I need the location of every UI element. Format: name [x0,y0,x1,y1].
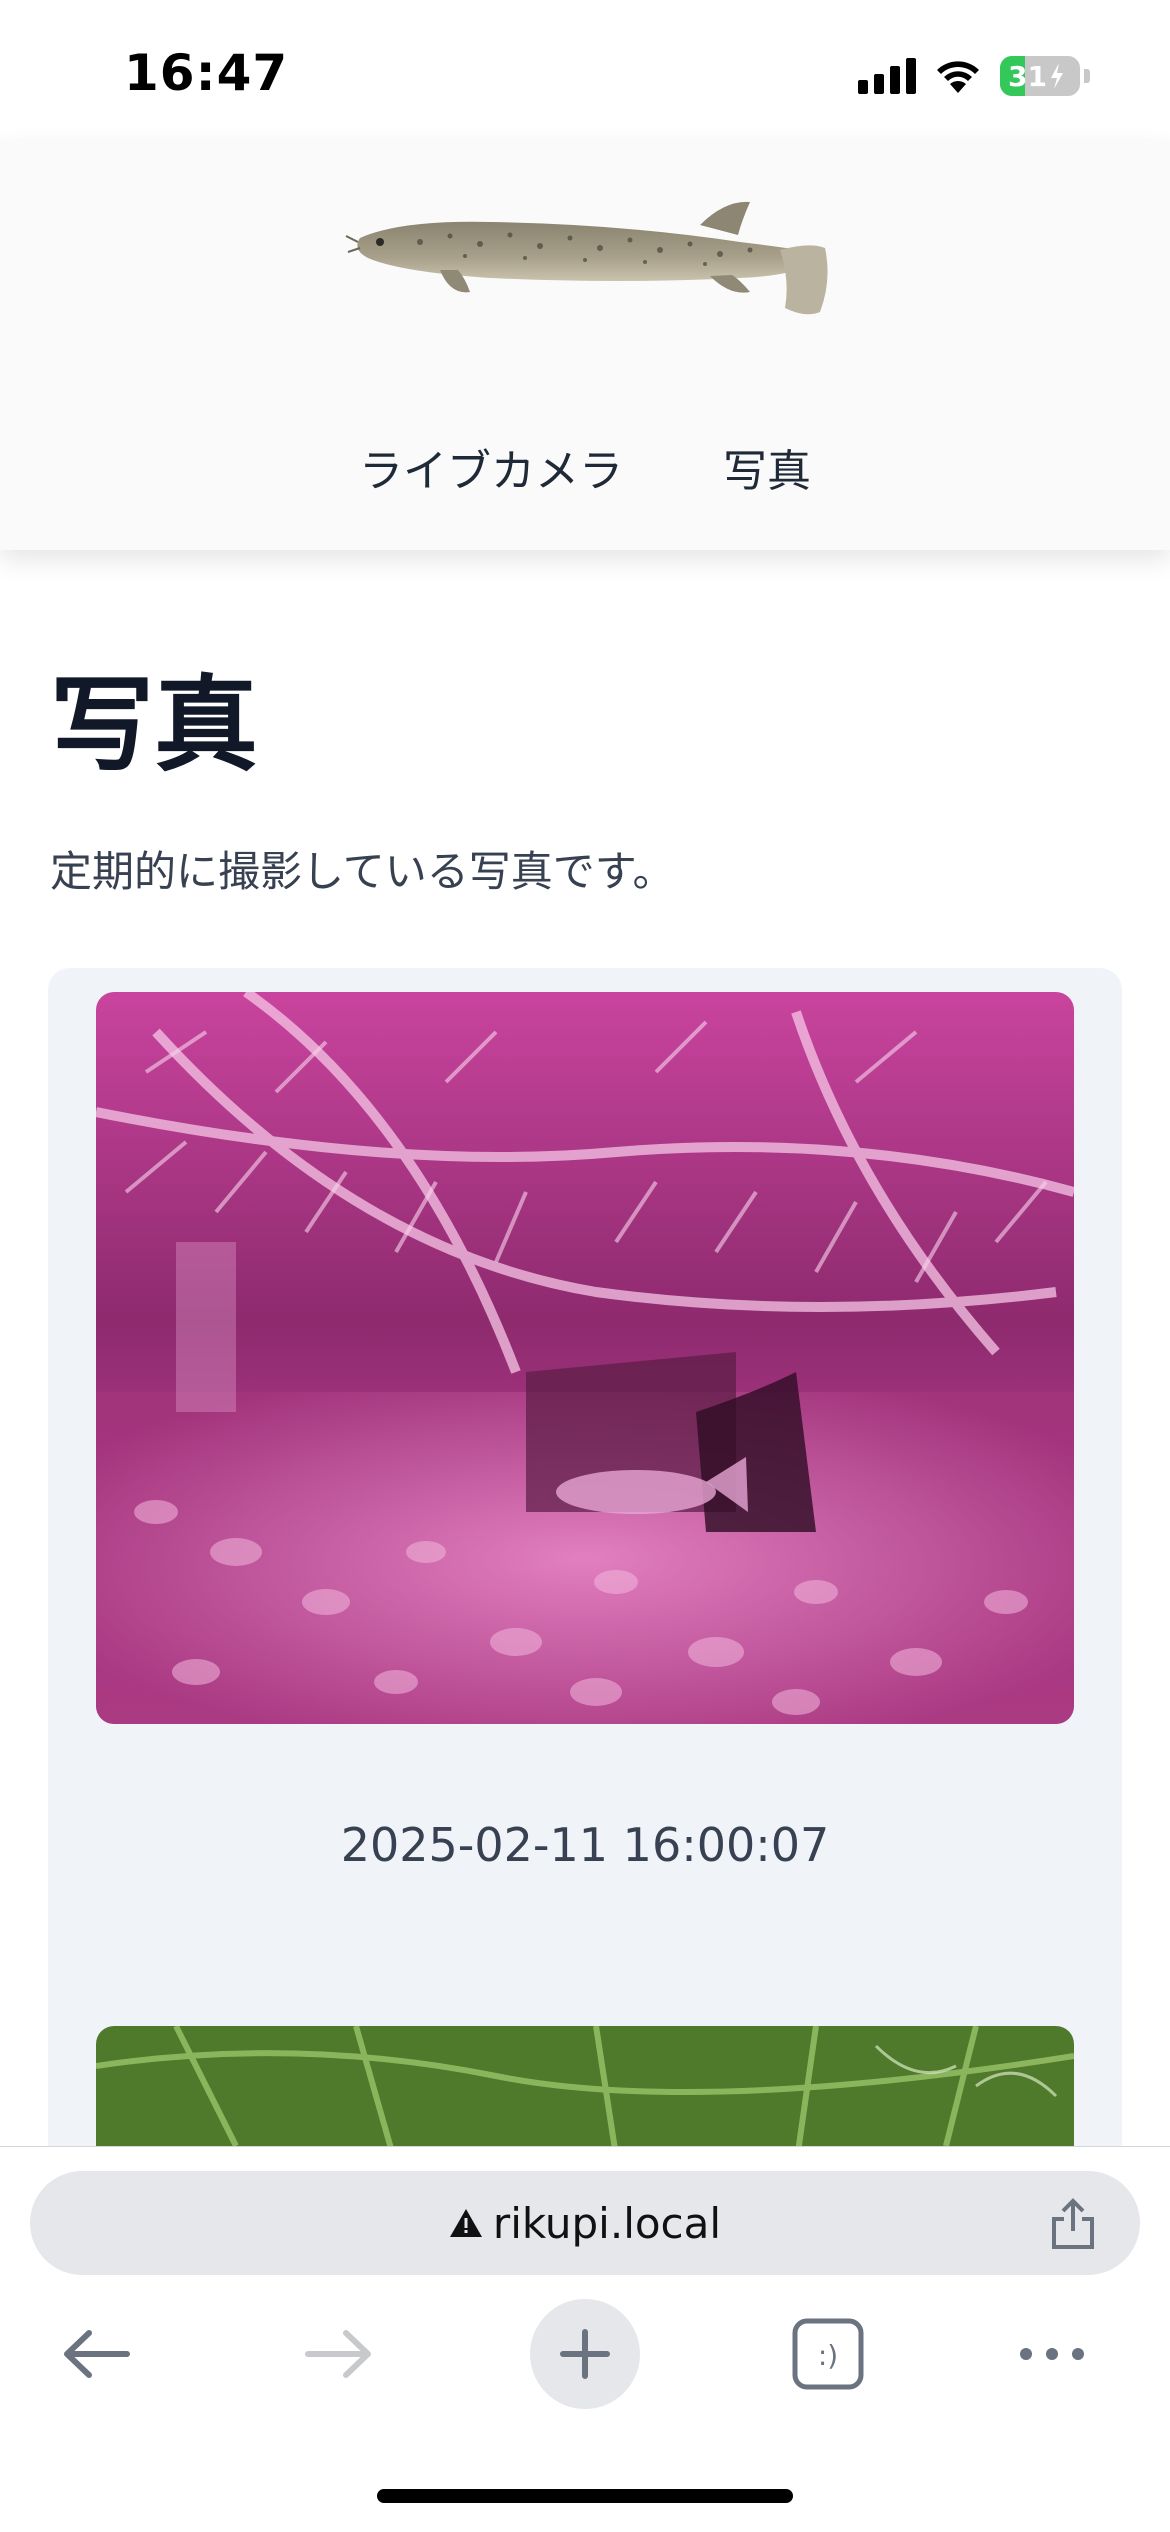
battery-percent: 31 [1008,59,1047,93]
status-icons: 31 [858,56,1090,96]
forward-arrow-icon[interactable] [285,2299,395,2409]
more-icon[interactable] [997,2299,1107,2409]
url-text: rikupi.local [492,2198,722,2248]
page-description: 定期的に撮影している写真です。 [50,847,675,896]
home-indicator [377,2489,793,2503]
battery-charging-icon: 31 [1000,56,1080,96]
new-tab-plus-icon[interactable] [530,2299,640,2409]
cellular-signal-icon [858,58,916,94]
back-arrow-icon[interactable] [40,2299,150,2409]
aquarium-infrared-photo[interactable] [96,992,1074,1724]
url-display: rikupi.local [30,2171,1140,2275]
battery-cap [1084,69,1090,83]
warning-icon [449,2209,482,2237]
svg-text::): :) [818,2339,838,2372]
share-icon[interactable] [1046,2197,1100,2251]
charging-bolt-icon [1050,63,1063,89]
address-bar[interactable]: rikupi.local [30,2171,1140,2275]
photo-caption: 2025-02-11 16:00:07 [340,1818,830,1872]
photo-gallery: 2025-02-11 16:00:07 [48,968,1122,2168]
browser-chrome: rikupi.local :) [0,2146,1170,2532]
loach-fish-logo[interactable] [340,180,830,350]
main-nav: ライブカメラ 写真 [0,435,1170,499]
browser-toolbar: :) [0,2299,1170,2429]
page: 16:47 31 ライブカメラ 写真 写真 定期的に撮影している写真です。 20… [0,0,1170,2532]
nav-live-camera[interactable]: ライブカメラ [359,435,623,499]
status-time: 16:47 [124,44,289,102]
status-bar: 16:47 31 [0,0,1170,140]
site-header: ライブカメラ 写真 [0,140,1170,550]
page-title: 写真 [50,664,259,786]
tabs-icon[interactable]: :) [773,2299,883,2409]
wifi-icon [937,61,979,93]
nav-photos[interactable]: 写真 [723,435,811,499]
